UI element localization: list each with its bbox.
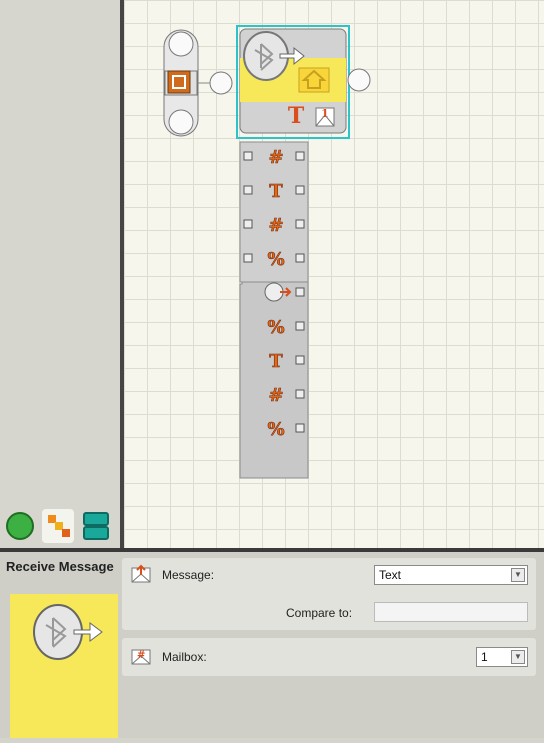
number-type-icon: #	[268, 385, 283, 406]
input-plug	[243, 219, 253, 229]
text-type-icon: T	[288, 103, 305, 129]
logic-type-icon: %	[267, 317, 284, 338]
sequence-connector-right	[347, 68, 371, 92]
output-plug	[295, 321, 305, 331]
mailbox-number-icon: 1	[315, 107, 335, 127]
output-plug	[295, 219, 305, 229]
mailbox-upload-icon	[298, 67, 330, 93]
teal-stack-icon	[83, 512, 109, 540]
mailbox-row: # Mailbox: 1 ▼	[122, 638, 536, 676]
number-type-icon: #	[268, 215, 283, 236]
custom-palette-tab[interactable]	[80, 509, 112, 543]
mailbox-icon: #	[131, 649, 151, 665]
block-thumbnail	[10, 594, 118, 738]
green-circle-icon	[6, 512, 34, 540]
text-type-icon: T	[269, 181, 283, 202]
message-row: Message: Text ▼ Compare to:	[122, 558, 536, 630]
number-type-icon: #	[268, 147, 283, 168]
mailbox-select[interactable]: 1 ▼	[476, 647, 528, 667]
program-canvas[interactable]: T 1 # T #%% T #%	[124, 0, 544, 548]
block-config-panel: Receive Message Message: Text ▼ Compare …	[0, 552, 544, 738]
left-sidebar	[0, 0, 120, 548]
output-plug	[295, 253, 305, 263]
start-flag-icon[interactable]	[167, 70, 191, 94]
output-plug	[295, 287, 305, 297]
svg-text:T: T	[288, 103, 305, 129]
message-label: Message:	[162, 568, 215, 582]
svg-text:#: #	[137, 650, 145, 661]
receive-message-block[interactable]: T 1	[236, 25, 371, 139]
input-plug	[243, 253, 253, 263]
palette-tabs	[0, 505, 120, 548]
chevron-down-icon[interactable]: ▼	[511, 568, 525, 582]
common-palette-tab[interactable]	[4, 509, 36, 543]
logic-type-icon: %	[267, 419, 284, 440]
compare-to-label: Compare to:	[286, 606, 353, 620]
output-plug	[295, 151, 305, 161]
compare-to-input[interactable]	[374, 602, 528, 622]
input-plug	[243, 185, 253, 195]
input-plug	[243, 151, 253, 161]
message-type-value: Text	[379, 568, 402, 582]
output-plug	[295, 185, 305, 195]
output-plug	[295, 355, 305, 365]
orange-blocks-icon	[48, 515, 70, 537]
logic-type-icon: %	[267, 249, 284, 270]
output-plug	[295, 389, 305, 399]
hub-mailbox-number: 1	[321, 107, 329, 120]
bluetooth-icon	[33, 604, 103, 660]
sequence-connector	[209, 71, 233, 95]
chevron-down-icon[interactable]: ▼	[511, 650, 525, 664]
output-plug	[295, 423, 305, 433]
complete-palette-tab[interactable]	[42, 509, 74, 543]
mailbox-value: 1	[481, 650, 488, 664]
message-type-select[interactable]: Text ▼	[374, 565, 528, 585]
mailbox-label: Mailbox:	[162, 650, 207, 664]
text-type-icon: T	[269, 351, 283, 372]
block-title: Receive Message	[6, 559, 114, 574]
message-upload-icon	[131, 564, 151, 583]
